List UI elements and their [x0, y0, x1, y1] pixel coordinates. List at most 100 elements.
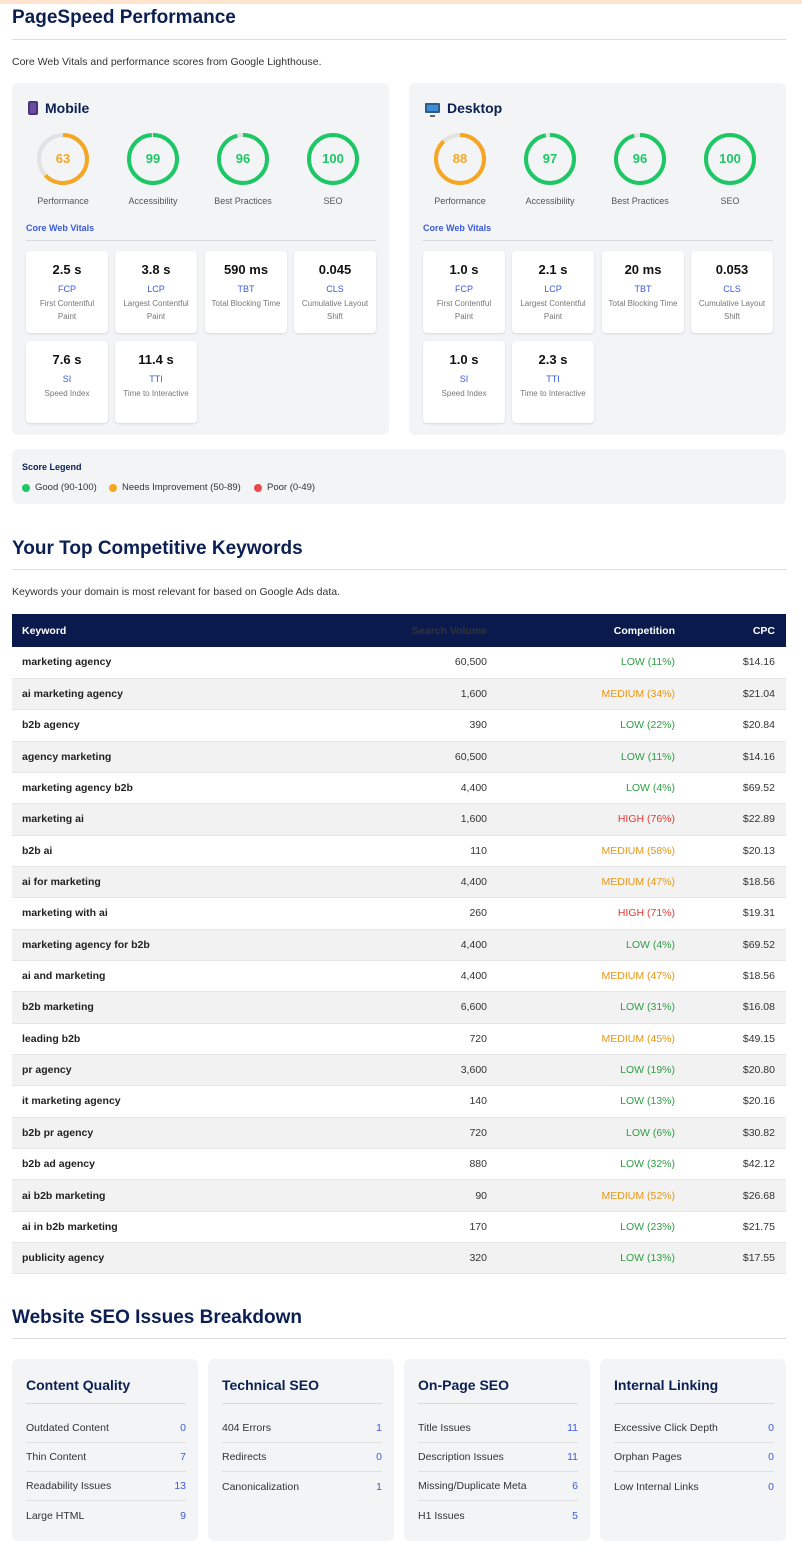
- cpc-cell: $69.52: [742, 938, 775, 951]
- issue-label: Readability Issues: [26, 1480, 112, 1492]
- metric-description: Largest Contentful Paint: [123, 299, 189, 321]
- keyword-cell: it marketing agency: [12, 1086, 312, 1117]
- score-label: Accessibility: [128, 196, 178, 206]
- issue-row[interactable]: Excessive Click Depth 0: [614, 1414, 774, 1443]
- metric-value: 1.0 s: [449, 352, 479, 367]
- search-volume-cell: 4,400: [460, 876, 487, 889]
- metric-description: Cumulative Layout Shift: [698, 299, 766, 321]
- mobile-panel-title: Mobile: [28, 100, 89, 116]
- issue-card-technical-seo: Technical SEO 404 Errors 1 Redirects 0 Canoni…: [208, 1359, 394, 1541]
- keyword-cell: b2b ad agency: [12, 1149, 312, 1180]
- search-volume-cell: 720: [469, 1126, 487, 1139]
- score-gauge: 96 Best Practices: [198, 131, 288, 206]
- issue-count: 9: [180, 1509, 186, 1522]
- metric-abbreviation: TTI: [546, 374, 560, 384]
- orange-dot-icon: [109, 483, 117, 492]
- keyword-cell: marketing agency b2b: [12, 772, 312, 803]
- metric-card-tti: 11.4 s TTI Time to Interactive: [115, 341, 197, 423]
- cpc-cell: $21.04: [742, 688, 775, 701]
- table-row: b2b pr agency 720 LOW (6%) $30.82: [12, 1117, 786, 1149]
- score-gauge: 99 Accessibility: [108, 131, 198, 206]
- metric-card-tbt: 590 ms TBT Total Blocking Time: [205, 251, 287, 333]
- issue-label: Description Issues: [418, 1451, 504, 1463]
- column-header-search-volume[interactable]: Search Volume: [312, 614, 487, 647]
- metric-card-fcp: 1.0 s FCP First Contentful Paint: [423, 251, 505, 333]
- table-row: agency marketing 60,500 LOW (11%) $14.16: [12, 741, 786, 773]
- mobile-phone-icon: [28, 101, 38, 115]
- metric-card-lcp: 3.8 s LCP Largest Contentful Paint: [115, 251, 197, 333]
- issue-count: 1: [376, 1422, 382, 1434]
- issue-card-internal-linking: Internal Linking Excessive Click Depth 0 Or…: [600, 1359, 786, 1541]
- metric-description: Total Blocking Time: [608, 299, 678, 308]
- issue-row[interactable]: Canonicalization 1: [222, 1472, 382, 1501]
- cpc-cell: $21.75: [742, 1220, 775, 1233]
- keyword-text: b2b ad agency: [22, 1158, 95, 1171]
- issue-row[interactable]: Outdated Content 0: [26, 1414, 186, 1443]
- divider: [12, 1338, 786, 1339]
- metric-description: Speed Index: [441, 389, 487, 398]
- score-ring: 97: [524, 133, 576, 185]
- keyword-cell: agency marketing: [12, 741, 312, 772]
- search-volume-cell: 170: [469, 1220, 487, 1233]
- table-row: b2b marketing 6,600 LOW (31%) $16.08: [12, 991, 786, 1024]
- keyword-cell: leading b2b: [12, 1023, 312, 1054]
- competition-cell: LOW (13%): [620, 1095, 675, 1108]
- search-volume-cell: 880: [469, 1158, 487, 1171]
- table-row: marketing ai 1,600 HIGH (76%) $22.89: [12, 803, 786, 836]
- issue-row[interactable]: Thin Content 7: [26, 1443, 186, 1472]
- legend-label: Poor (0-49): [267, 482, 316, 493]
- keyword-cell: b2b ai: [12, 835, 312, 866]
- metric-description: First Contentful Paint: [436, 299, 492, 321]
- score-value: 88: [453, 151, 467, 166]
- table-row: marketing agency b2b 4,400 LOW (4%) $69.52: [12, 772, 786, 804]
- competition-cell: LOW (11%): [620, 656, 675, 669]
- column-header-cpc[interactable]: CPC: [675, 614, 786, 647]
- search-volume-cell: 4,400: [460, 970, 487, 983]
- cwv-title: Core Web Vitals: [26, 223, 95, 233]
- issue-label: Large HTML: [26, 1509, 85, 1522]
- keyword-cell: b2b agency: [12, 710, 312, 741]
- issue-row[interactable]: Redirects 0: [222, 1443, 382, 1472]
- search-volume-cell: 110: [470, 844, 487, 857]
- competition-cell: LOW (6%): [625, 1126, 675, 1139]
- column-header-competition[interactable]: Competition: [487, 614, 675, 647]
- issue-count: 11: [567, 1422, 578, 1434]
- competition-cell: LOW (4%): [625, 938, 675, 951]
- keyword-text: publicity agency: [22, 1252, 105, 1265]
- issue-count: 0: [768, 1422, 774, 1434]
- metric-abbreviation: LCP: [147, 284, 165, 294]
- divider: [12, 569, 786, 570]
- keyword-text: leading b2b: [22, 1032, 81, 1045]
- keyword-cell: marketing ai: [12, 804, 312, 835]
- legend-item-good: Good (90-100): [22, 482, 97, 493]
- issue-row[interactable]: Title Issues 11: [418, 1414, 578, 1443]
- keyword-text: b2b marketing: [22, 1001, 94, 1014]
- issue-card-title: Content Quality: [26, 1377, 131, 1393]
- issue-row[interactable]: 404 Errors 1: [222, 1414, 382, 1443]
- keyword-cell: ai in b2b marketing: [12, 1211, 312, 1242]
- metric-description: Largest Contentful Paint: [520, 299, 586, 321]
- issue-label: Excessive Click Depth: [614, 1422, 718, 1434]
- issue-row[interactable]: Orphan Pages 0: [614, 1443, 774, 1472]
- issue-row[interactable]: Missing/Duplicate Meta 6: [418, 1472, 578, 1501]
- legend-label: Needs Improvement (50-89): [122, 482, 241, 493]
- keyword-text: marketing agency b2b: [22, 782, 133, 795]
- cpc-cell: $22.89: [742, 813, 775, 826]
- cpc-cell: $17.55: [742, 1252, 775, 1265]
- issue-count: 7: [180, 1451, 186, 1463]
- score-value: 100: [719, 151, 741, 166]
- issue-row[interactable]: Description Issues 11: [418, 1443, 578, 1472]
- cpc-cell: $20.13: [742, 844, 775, 857]
- issue-row[interactable]: Low Internal Links 0: [614, 1472, 774, 1501]
- issue-label: Title Issues: [418, 1422, 471, 1434]
- score-ring: 96: [614, 133, 666, 185]
- issue-label: Thin Content: [26, 1451, 87, 1463]
- issue-row[interactable]: Readability Issues 13: [26, 1472, 186, 1501]
- keyword-cell: pr agency: [12, 1054, 312, 1085]
- column-header-keyword[interactable]: Keyword: [12, 614, 312, 647]
- issue-row[interactable]: H1 Issues 5: [418, 1501, 578, 1530]
- score-label: Performance: [37, 196, 89, 206]
- issue-label: Canonicalization: [222, 1480, 300, 1493]
- metric-card-cls: 0.045 CLS Cumulative Layout Shift: [294, 251, 376, 333]
- issue-row[interactable]: Large HTML 9: [26, 1501, 186, 1530]
